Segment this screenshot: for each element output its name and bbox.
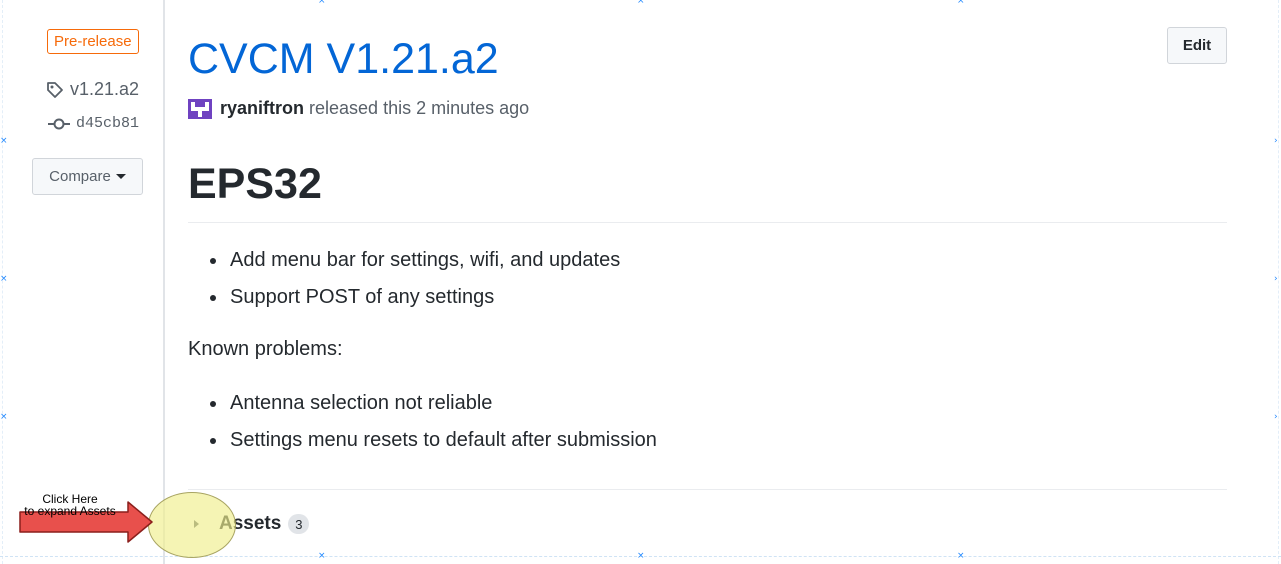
compare-label: Compare bbox=[49, 168, 111, 185]
prerelease-badge: Pre-release bbox=[47, 29, 139, 54]
guide-marker: × bbox=[637, 551, 645, 561]
compare-button[interactable]: Compare bbox=[32, 158, 143, 195]
highlight-circle bbox=[148, 492, 236, 558]
release-time: released this 2 minutes ago bbox=[309, 98, 530, 118]
annotation-callout: Click Here to expand Assets bbox=[20, 493, 120, 517]
list-item: Support POST of any settings bbox=[188, 279, 620, 316]
guide-marker: × bbox=[318, 551, 326, 561]
guide-marker: × bbox=[637, 0, 645, 6]
author-link[interactable]: ryaniftron bbox=[220, 98, 304, 119]
release-byline: ryaniftron released this 2 minutes ago bbox=[188, 98, 529, 119]
guide-marker: × bbox=[957, 0, 965, 6]
guide-line-right bbox=[1278, 0, 1279, 564]
assets-divider bbox=[188, 489, 1227, 490]
tag-link[interactable]: v1.21.a2 bbox=[45, 79, 139, 100]
caret-down-icon bbox=[115, 174, 126, 179]
avatar[interactable] bbox=[188, 98, 212, 119]
guide-marker: × bbox=[957, 551, 965, 561]
features-list: Add menu bar for settings, wifi, and upd… bbox=[188, 242, 620, 316]
assets-count: 3 bbox=[288, 514, 310, 534]
edit-button[interactable]: Edit bbox=[1167, 27, 1227, 64]
tag-name: v1.21.a2 bbox=[70, 79, 140, 99]
guide-marker: × bbox=[318, 0, 326, 6]
commit-link[interactable]: d45cb81 bbox=[48, 115, 139, 132]
known-problems-label: Known problems: bbox=[188, 338, 343, 360]
notes-heading: EPS32 bbox=[188, 160, 1227, 223]
release-title[interactable]: CVCM V1.21.a2 bbox=[188, 33, 499, 85]
commit-icon bbox=[48, 118, 70, 129]
list-item: Add menu bar for settings, wifi, and upd… bbox=[188, 242, 620, 279]
guide-marker: › bbox=[1274, 136, 1278, 146]
problems-list: Antenna selection not reliable Settings … bbox=[188, 385, 657, 459]
release-meta-sidebar: Pre-release v1.21.a2 d45cb81 Compare bbox=[0, 0, 165, 564]
guide-marker: › bbox=[1274, 412, 1278, 422]
list-item: Settings menu resets to default after su… bbox=[188, 422, 657, 459]
commit-sha: d45cb81 bbox=[76, 115, 140, 132]
guide-marker: › bbox=[1274, 274, 1278, 284]
tag-icon bbox=[47, 81, 63, 98]
list-item: Antenna selection not reliable bbox=[188, 385, 657, 422]
annotation-line-2: to expand Assets bbox=[24, 504, 116, 518]
